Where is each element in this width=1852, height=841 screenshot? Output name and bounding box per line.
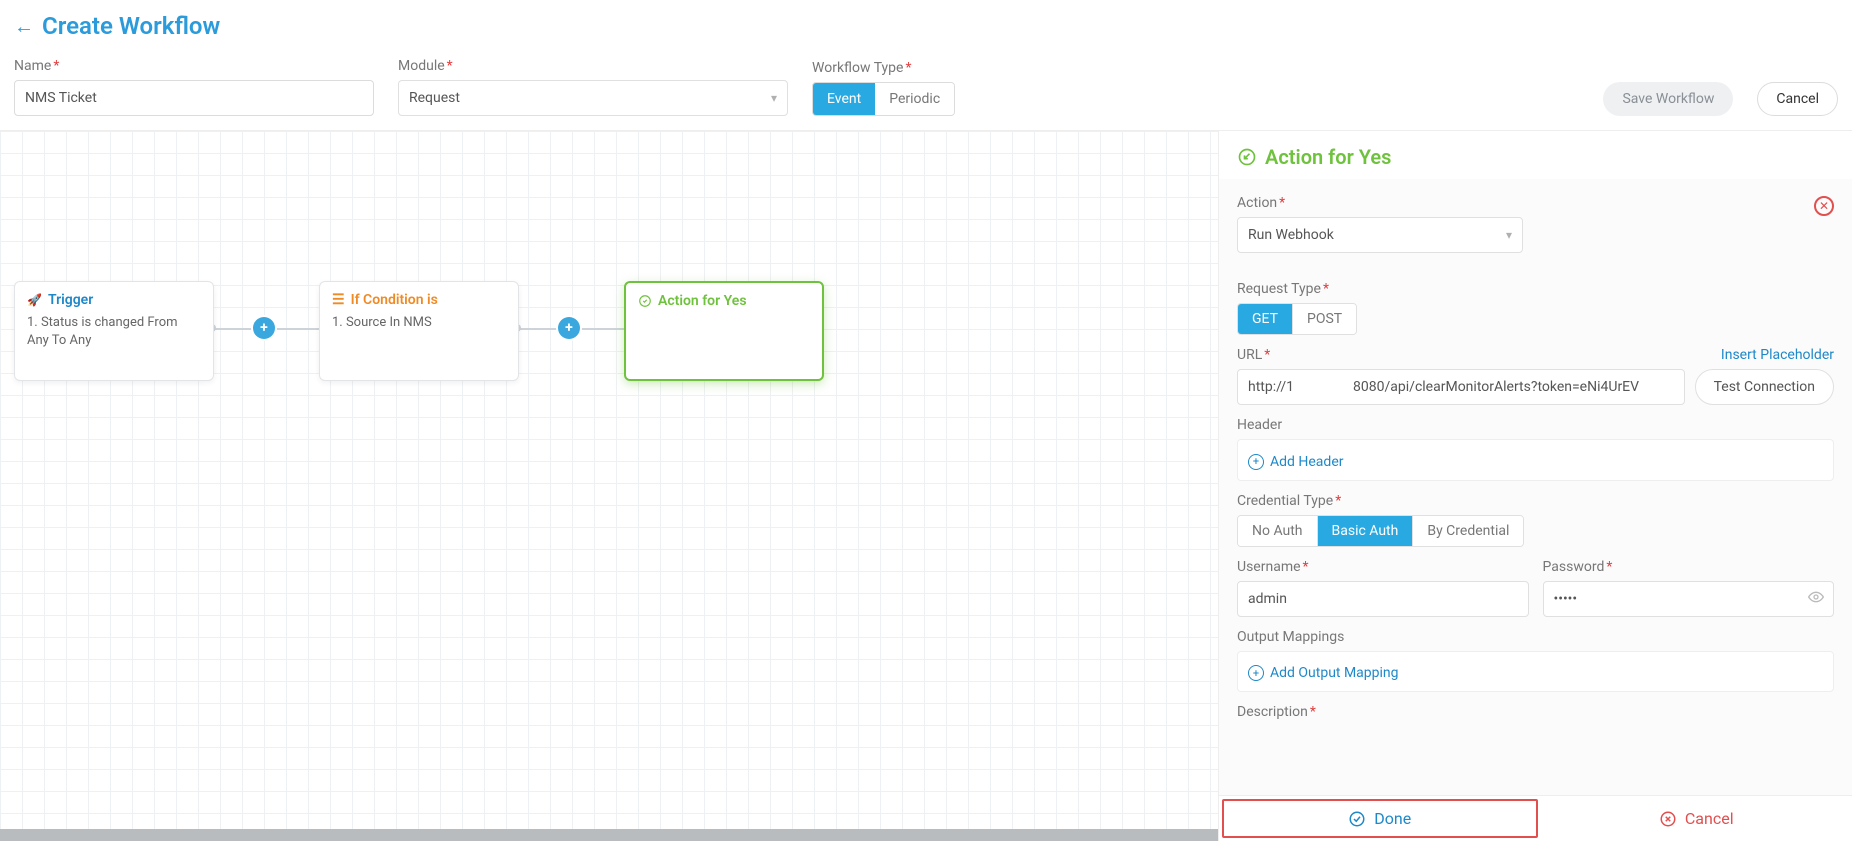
panel-cancel-button[interactable]: Cancel [1541, 796, 1852, 841]
test-connection-button[interactable]: Test Connection [1695, 369, 1834, 405]
edit-icon [638, 294, 652, 308]
action-label: Action* [1237, 195, 1285, 211]
url-label: URL * [1237, 347, 1270, 363]
done-button[interactable]: Done [1222, 799, 1538, 838]
username-input[interactable] [1237, 581, 1529, 617]
page-title: Create Workflow [42, 12, 220, 40]
list-icon [332, 292, 345, 308]
username-label: Username* [1237, 559, 1529, 575]
description-label: Description* [1237, 704, 1834, 720]
module-label: Module* [398, 58, 788, 74]
type-periodic[interactable]: Periodic [875, 83, 954, 115]
add-header-link[interactable]: +Add Header [1248, 454, 1344, 470]
request-type-toggle[interactable]: GET POST [1237, 303, 1357, 335]
back-arrow-icon[interactable]: ← [14, 14, 34, 39]
workflow-type-label: Workflow Type* [812, 60, 955, 76]
req-post[interactable]: POST [1293, 304, 1356, 334]
canvas-scrollbar[interactable] [0, 829, 1218, 841]
workflow-type-toggle[interactable]: Event Periodic [812, 82, 955, 116]
trigger-node[interactable]: Trigger 1. Status is changed From Any To… [14, 281, 214, 381]
add-node-button[interactable]: + [253, 317, 275, 339]
action-select[interactable]: Run Webhook▾ [1237, 217, 1523, 253]
req-get[interactable]: GET [1238, 304, 1293, 334]
eye-icon[interactable] [1808, 589, 1824, 609]
rocket-icon [27, 292, 42, 308]
condition-node[interactable]: If Condition is 1. Source In NMS [319, 281, 519, 381]
url-input[interactable] [1237, 369, 1685, 405]
name-input[interactable] [14, 80, 374, 116]
type-event[interactable]: Event [813, 83, 875, 115]
chevron-down-icon: ▾ [771, 91, 777, 105]
name-label: Name* [14, 58, 374, 74]
cred-basic[interactable]: Basic Auth [1318, 516, 1414, 546]
credential-type-toggle[interactable]: No Auth Basic Auth By Credential [1237, 515, 1524, 547]
module-select[interactable]: Request▾ [398, 80, 788, 116]
action-node[interactable]: Action for Yes [624, 281, 824, 381]
add-node-button[interactable]: + [558, 317, 580, 339]
trigger-desc: 1. Status is changed From Any To Any [27, 314, 201, 350]
cred-bycred[interactable]: By Credential [1413, 516, 1523, 546]
credential-type-label: Credential Type* [1237, 493, 1834, 509]
action-panel: Action for Yes Action* ✕ Run Webhook▾ Re… [1218, 131, 1852, 841]
condition-desc: 1. Source In NMS [332, 314, 506, 332]
edit-icon [1237, 147, 1257, 167]
add-output-mapping-link[interactable]: +Add Output Mapping [1248, 665, 1399, 681]
close-icon[interactable]: ✕ [1814, 196, 1834, 216]
request-type-label: Request Type* [1237, 281, 1834, 297]
insert-placeholder-link[interactable]: Insert Placeholder [1721, 347, 1834, 363]
panel-title: Action for Yes [1265, 145, 1391, 169]
workflow-canvas[interactable]: + + Trigger 1. Status is changed From An… [0, 131, 1218, 841]
cancel-button[interactable]: Cancel [1757, 82, 1838, 116]
output-mappings-label: Output Mappings [1237, 629, 1834, 645]
password-label: Password* [1543, 559, 1835, 575]
save-workflow-button[interactable]: Save Workflow [1603, 82, 1733, 116]
cred-noauth[interactable]: No Auth [1238, 516, 1318, 546]
password-input[interactable] [1543, 581, 1835, 617]
header-label: Header [1237, 417, 1834, 433]
chevron-down-icon: ▾ [1506, 228, 1512, 242]
